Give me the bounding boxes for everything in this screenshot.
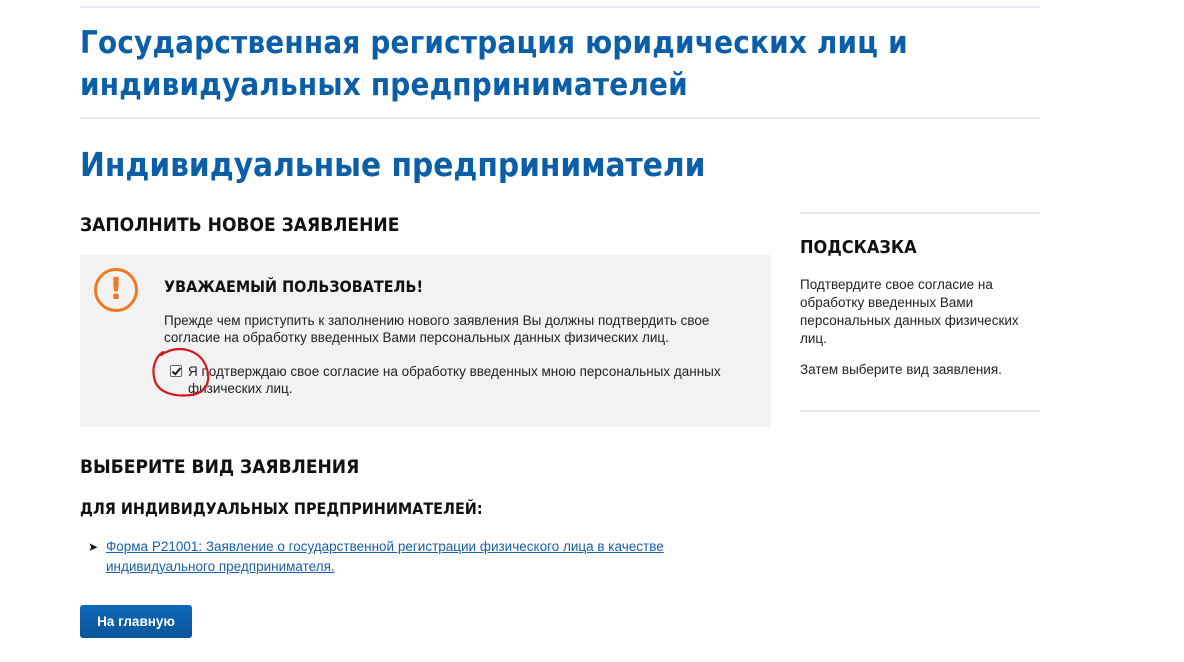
new-application-heading: ЗАПОЛНИТЬ НОВОЕ ЗАЯВЛЕНИЕ [80, 214, 400, 236]
hint-top-divider [800, 212, 1040, 214]
page-title: Государственная регистрация юридических … [80, 25, 908, 103]
red-circle-annotation [152, 347, 210, 397]
choose-application-heading: ВЫБЕРИТЕ ВИД ЗАЯВЛЕНИЯ [80, 456, 360, 478]
form-list-item: ➤ Форма Р21001: Заявление о государствен… [88, 537, 728, 577]
consent-notice-box: ! УВАЖАЕМЫЙ ПОЛЬЗОВАТЕЛЬ! Прежде чем при… [80, 255, 771, 427]
hint-text: Подтвердите свое согласие на обработку в… [800, 277, 1019, 346]
individual-entrepreneurs-subheading: ДЛЯ ИНДИВИДУАЛЬНЫХ ПРЕДПРИНИМАТЕЛЕЙ: [80, 499, 483, 518]
exclamation-circle-icon: ! [94, 268, 138, 312]
form-p21001-link[interactable]: Форма Р21001: Заявление о государственно… [88, 537, 728, 577]
notice-text: Прежде чем приступить к заполнению новог… [164, 313, 710, 345]
top-divider [80, 6, 1040, 8]
notice-title: УВАЖАЕМЫЙ ПОЛЬЗОВАТЕЛЬ! [164, 277, 424, 296]
home-button[interactable]: На главную [80, 605, 192, 638]
section-title: Индивидуальные предприниматели [80, 145, 706, 184]
consent-checkbox-label[interactable]: Я подтверждаю свое согласие на обработку… [170, 363, 760, 397]
hint-bottom-divider [800, 410, 1040, 412]
consent-checkbox-row[interactable]: Я подтверждаю свое согласие на обработку… [170, 363, 760, 397]
hint-title: ПОДСКАЗКА [800, 237, 917, 258]
hint-text-second: Затем выберите вид заявления. [800, 362, 1002, 377]
arrow-right-icon: ➤ [88, 540, 99, 554]
title-divider [80, 117, 1040, 119]
